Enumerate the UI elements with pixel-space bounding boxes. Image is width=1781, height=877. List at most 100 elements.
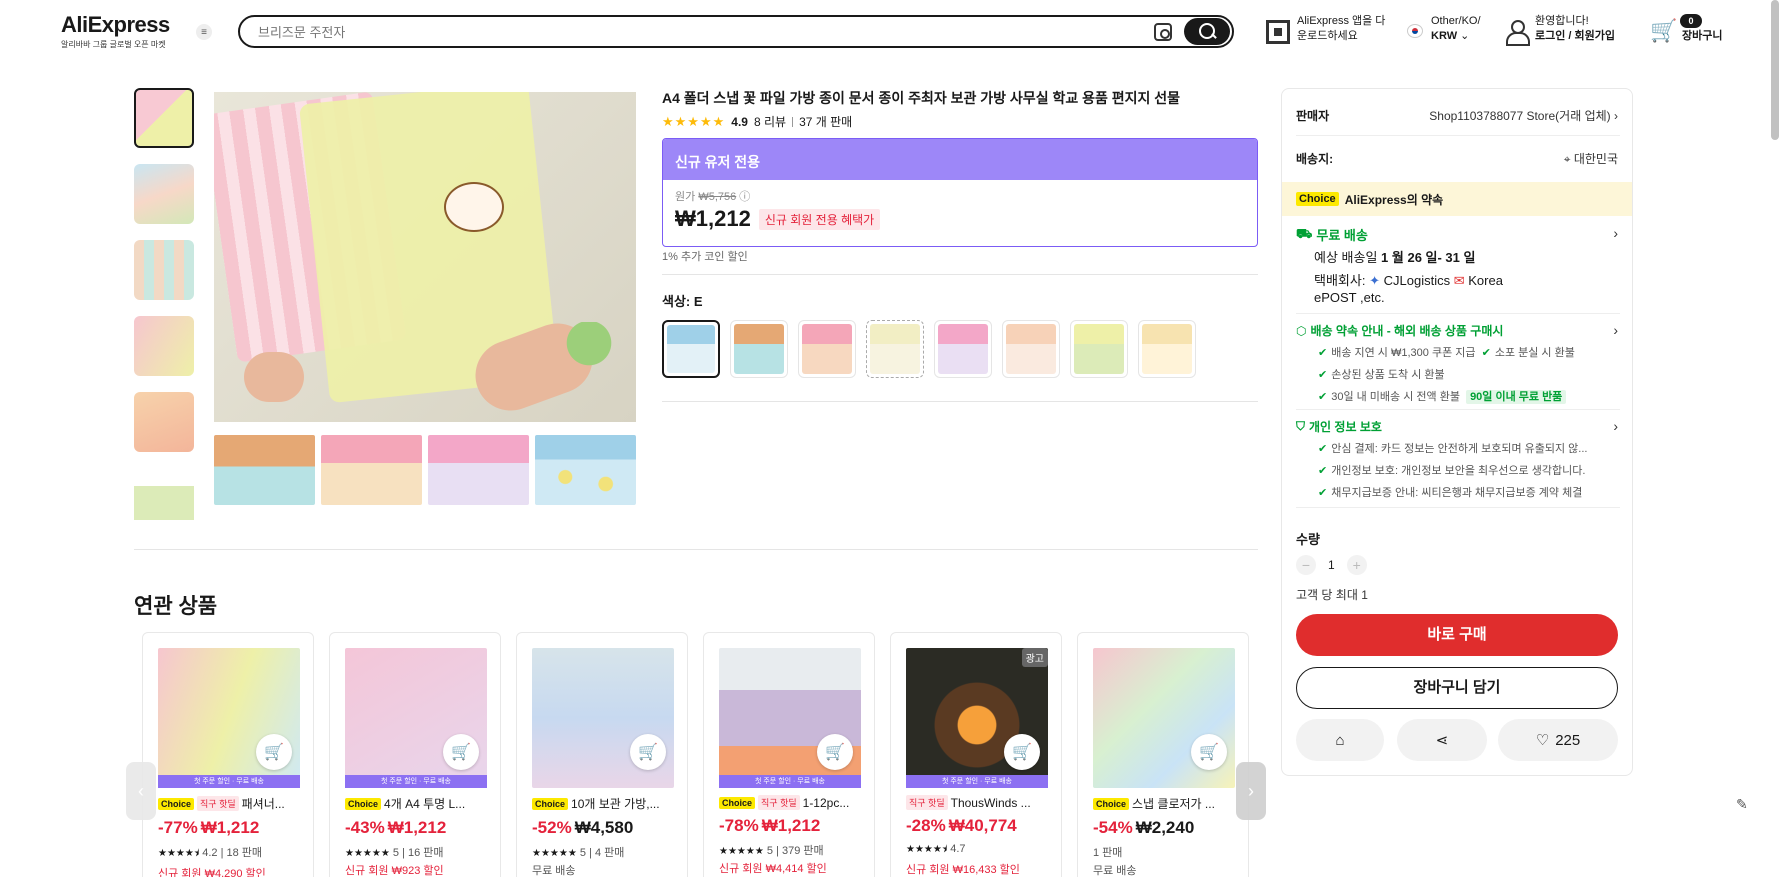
sub-image[interactable] xyxy=(428,435,529,505)
privacy-label: 개인 정보 보호 xyxy=(1309,420,1382,434)
sub-image[interactable] xyxy=(214,435,315,505)
chevron-right-icon[interactable]: › xyxy=(1613,322,1618,338)
menu-icon[interactable]: ≡ xyxy=(196,24,212,40)
add-to-cart-icon[interactable]: 🛒 xyxy=(256,734,292,770)
carousel-next-button[interactable]: › xyxy=(1236,762,1266,820)
chevron-down-icon: ⌄ xyxy=(1460,30,1470,42)
store-button[interactable]: ⌂ xyxy=(1296,719,1384,761)
product-card[interactable]: 🛒 첫 주문 할인 · 무료 배송 Choice 직구 핫딜 1-12pc... -… xyxy=(703,632,875,877)
product-card-name: Choice 10개 보관 가방,... xyxy=(532,795,672,812)
check-icon: ✔ xyxy=(1318,369,1328,381)
choice-promise-bar: Choice AliExpress의 약속 xyxy=(1282,182,1632,216)
carousel-prev-button[interactable]: ‹ xyxy=(126,762,156,820)
color-swatch[interactable] xyxy=(1138,320,1196,378)
product-card[interactable]: 광고 🛒 첫 주문 할인 · 무료 배송 직구 핫딜 ThousWinds ...… xyxy=(890,632,1062,877)
card-price: ₩1,212 xyxy=(200,818,260,837)
welcome-text: 환영합니다! xyxy=(1535,15,1589,27)
add-to-cart-icon[interactable]: 🛒 xyxy=(1004,734,1040,770)
quantity-label: 수량 xyxy=(1296,532,1320,547)
color-swatch[interactable] xyxy=(934,320,992,378)
sub-image[interactable] xyxy=(535,435,636,505)
product-card[interactable]: 🛒 Choice 10개 보관 가방,... -52% ₩4,580 ★★★★★ 5… xyxy=(516,632,688,877)
color-swatch[interactable] xyxy=(1002,320,1060,378)
privacy-item: ✔ 채무지급보증 안내: 씨티은행과 채무지급보증 계약 체결 xyxy=(1318,484,1582,500)
app-download-link[interactable]: AliExpress 앱을 다 운로드하세요 xyxy=(1297,14,1385,44)
carrier-logo-icon: ✦ xyxy=(1369,273,1380,288)
privacy-text: 개인정보 보호: 개인정보 보안을 최우선으로 생각합니다. xyxy=(1331,465,1586,477)
divider xyxy=(1296,313,1620,314)
cart-label[interactable]: 장바구니 xyxy=(1682,29,1722,44)
free-shipping-label: 무료 배송 xyxy=(1316,228,1368,243)
thumbnail[interactable] xyxy=(134,316,194,376)
qr-code-icon[interactable] xyxy=(1266,20,1290,44)
promise-item: ✔ 배송 지연 시 ₩1,300 쿠폰 지급 ✔ 소포 분실 시 환불 xyxy=(1318,344,1575,360)
color-swatch[interactable] xyxy=(1070,320,1128,378)
login-link[interactable]: 로그인 / 회원가입 xyxy=(1535,30,1615,42)
increase-quantity-button[interactable]: + xyxy=(1346,555,1367,575)
product-card-image: 🛒 xyxy=(532,648,674,788)
card-subtext: 무료 배송 xyxy=(1093,865,1137,877)
price-promo-box: 신규 유저 전용 원가 ₩5,756 ⓘ ₩1,212 신규 회원 전용 혜택가 xyxy=(662,138,1258,247)
account-menu[interactable]: 환영합니다! 로그인 / 회원가입 xyxy=(1535,14,1615,44)
top-header: AliExpress 알리바바 그룹 글로벌 오픈 마켓 ≡ AliExpres… xyxy=(0,0,1781,64)
quantity-value[interactable]: 1 xyxy=(1328,558,1335,572)
add-to-cart-icon[interactable]: 🛒 xyxy=(443,734,479,770)
promise-text: 소포 분실 시 환불 xyxy=(1494,347,1575,359)
region-currency-selector[interactable]: Other/KO/ KRW ⌄ xyxy=(1431,14,1481,44)
rating-row: ★★★★★ 4.9 8 리뷰 37 개 판매 xyxy=(662,113,852,130)
ad-badge: 광고 xyxy=(1021,648,1048,667)
share-button[interactable]: ⋖ xyxy=(1397,719,1487,761)
thumbnail[interactable] xyxy=(134,88,194,148)
sub-image[interactable] xyxy=(321,435,422,505)
color-swatch[interactable] xyxy=(662,320,720,378)
page-scrollbar[interactable] xyxy=(1771,0,1779,140)
product-card[interactable]: 🛒 첫 주문 할인 · 무료 배송 Choice 직구 핫딜 패셔너... -77%… xyxy=(142,632,314,877)
buy-now-button[interactable]: 바로 구매 xyxy=(1296,614,1618,656)
wishlist-button[interactable]: ♡ 225 xyxy=(1498,719,1618,761)
search-button[interactable] xyxy=(1184,18,1230,45)
thumbnail[interactable] xyxy=(134,392,194,452)
seller-link[interactable]: Shop1103788077 Store(거래 업체) › xyxy=(1429,107,1618,124)
chevron-right-icon[interactable]: › xyxy=(1613,418,1618,434)
product-card-image: 🛒 xyxy=(1093,648,1235,788)
info-icon[interactable]: ⓘ xyxy=(739,191,750,203)
search-input[interactable] xyxy=(258,23,1138,41)
color-swatch[interactable] xyxy=(866,320,924,378)
ship-to-label: 배송지: xyxy=(1296,152,1334,166)
cart-icon[interactable]: 🛒 xyxy=(1650,20,1677,42)
discount-percent: -77% xyxy=(158,818,198,837)
color-swatch[interactable] xyxy=(798,320,856,378)
product-card-name: Choice 직구 핫딜 1-12pc... xyxy=(719,795,859,810)
main-product-image[interactable] xyxy=(214,92,636,422)
add-to-cart-icon[interactable]: 🛒 xyxy=(1191,734,1227,770)
add-to-cart-icon[interactable]: 🛒 xyxy=(817,734,853,770)
delivery-estimate: 예상 배송일 1 월 26 일- 31 일 xyxy=(1314,247,1475,266)
thumbnail[interactable] xyxy=(134,468,194,520)
delivery-promise-title[interactable]: ⬡ 배송 약속 안내 - 해외 배송 상품 구매시 xyxy=(1296,322,1503,339)
product-card-image: 🛒 첫 주문 할인 · 무료 배송 xyxy=(345,648,487,788)
thumbnail-list xyxy=(134,88,196,520)
free-shipping-title[interactable]: ⛟ 무료 배송 xyxy=(1296,225,1368,244)
delivery-promise-label: 배송 약속 안내 - 해외 배송 상품 구매시 xyxy=(1310,324,1504,338)
card-meta: 4.2 | 18 판매 xyxy=(202,847,263,859)
decrease-quantity-button[interactable]: − xyxy=(1296,555,1316,575)
image-search-icon[interactable] xyxy=(1154,23,1172,41)
review-count-link[interactable]: 8 리뷰 xyxy=(754,113,786,130)
separator xyxy=(792,116,794,127)
add-to-cart-icon[interactable]: 🛒 xyxy=(630,734,666,770)
product-card[interactable]: 🛒 Choice 스냅 클로저가 ... -54% ₩2,240 1 판매 무료 배… xyxy=(1077,632,1249,877)
add-to-cart-button[interactable]: 장바구니 담기 xyxy=(1296,667,1618,709)
product-card[interactable]: 🛒 첫 주문 할인 · 무료 배송 Choice 4개 A4 투명 L... -4… xyxy=(329,632,501,877)
product-title: A4 폴더 스냅 꽃 파일 가방 종이 문서 종이 주최자 보관 가방 사무실 … xyxy=(662,90,1181,106)
thumbnail[interactable] xyxy=(134,240,194,300)
chevron-right-icon[interactable]: › xyxy=(1613,225,1618,241)
divider xyxy=(662,401,1258,402)
thumbnail[interactable] xyxy=(134,164,194,224)
aliexpress-logo[interactable]: AliExpress 알리바바 그룹 글로벌 오픈 마켓 xyxy=(61,12,170,50)
privacy-title[interactable]: ⛉ 개인 정보 보호 xyxy=(1296,418,1382,435)
color-swatch[interactable] xyxy=(730,320,788,378)
ship-to-selector[interactable]: ⌖ 대한민국 xyxy=(1564,150,1618,167)
truck-icon: ⛟ xyxy=(1296,225,1313,241)
edit-icon[interactable]: ✎ xyxy=(1736,796,1756,816)
user-icon[interactable] xyxy=(1506,20,1530,46)
